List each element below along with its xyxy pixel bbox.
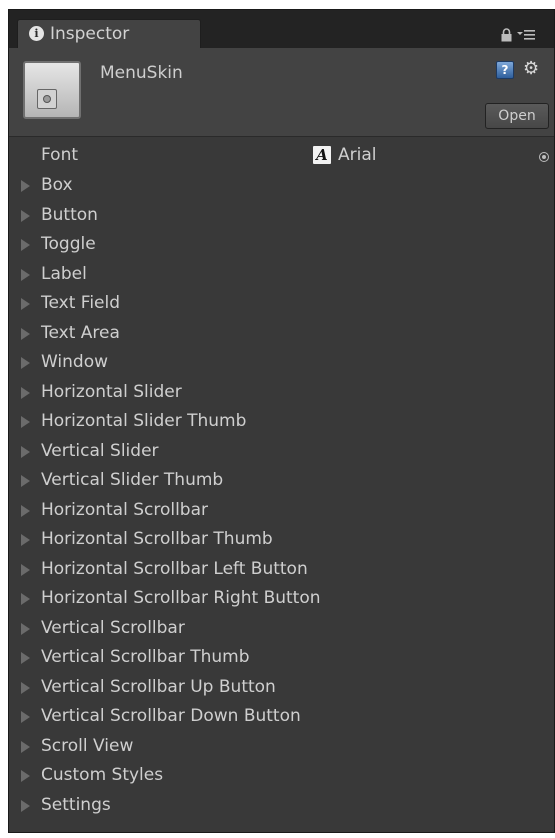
foldout-arrow-icon[interactable] (21, 209, 30, 222)
style-name: Vertical Scrollbar Down Button (41, 706, 301, 726)
foldout-arrow-icon[interactable] (21, 534, 30, 546)
gear-icon[interactable]: ⚙ (523, 59, 547, 79)
foldout-arrow-icon[interactable] (21, 475, 30, 487)
foldout-arrow-icon[interactable] (21, 298, 30, 310)
foldout-arrow-icon[interactable] (21, 799, 30, 812)
foldout-arrow-icon[interactable] (21, 593, 30, 605)
style-foldout[interactable]: Horizontal Scrollbar Left Button (9, 556, 554, 586)
style-name: Vertical Slider Thumb (41, 470, 224, 490)
style-foldout[interactable]: Text Field (9, 290, 554, 320)
style-name: Horizontal Slider Thumb (41, 411, 247, 431)
foldout-arrow-icon[interactable] (21, 239, 30, 251)
foldout-arrow-icon[interactable] (21, 445, 30, 458)
asset-thumbnail-inner (37, 89, 57, 109)
style-foldout[interactable]: Box (9, 172, 554, 202)
style-name: Vertical Scrollbar (41, 617, 185, 638)
style-name: Settings (41, 794, 111, 815)
style-name: Horizontal Scrollbar Right Button (41, 588, 321, 608)
style-foldout[interactable]: Vertical Slider (9, 438, 554, 468)
open-button[interactable]: Open (485, 103, 549, 129)
tab-inspector[interactable]: i Inspector (17, 19, 201, 49)
foldout-arrow-icon[interactable] (21, 357, 30, 369)
foldout-arrow-icon[interactable] (21, 268, 30, 281)
style-name: Horizontal Scrollbar Left Button (41, 558, 308, 579)
style-foldout[interactable]: Custom Styles (9, 762, 554, 792)
style-foldout[interactable]: Vertical Scrollbar Up Button (9, 674, 554, 704)
style-foldout[interactable]: Text Area (9, 320, 554, 350)
foldout-arrow-icon[interactable] (21, 180, 30, 192)
foldout-arrow-icon[interactable] (21, 652, 30, 664)
guiskin-asset-icon (23, 61, 81, 119)
asset-header: MenuSkin ? ⚙ Open (9, 48, 554, 137)
style-name: Vertical Scrollbar Thumb (41, 647, 250, 667)
font-asset-icon: A (313, 146, 331, 164)
foldout-arrow-icon[interactable] (21, 504, 30, 517)
foldout-arrow-icon[interactable] (21, 681, 30, 694)
style-name: Button (41, 204, 98, 225)
style-foldout[interactable]: Horizontal Slider Thumb (9, 408, 554, 438)
info-icon: i (29, 26, 44, 41)
style-name: Text Field (41, 293, 121, 313)
foldout-arrow-icon[interactable] (21, 386, 30, 399)
tab-label: Inspector (50, 24, 130, 44)
style-name: Toggle (41, 234, 96, 254)
style-foldout[interactable]: Button (9, 202, 554, 232)
style-name: Label (41, 263, 87, 284)
foldout-arrow-icon[interactable] (21, 563, 30, 576)
font-value: Arial (338, 145, 377, 165)
style-name: Box (41, 175, 73, 195)
lock-icon[interactable] (501, 28, 512, 42)
style-foldout[interactable]: Toggle (9, 231, 554, 261)
style-foldout[interactable]: Vertical Slider Thumb (9, 467, 554, 497)
style-foldout[interactable]: Scroll View (9, 733, 554, 763)
tab-bar: i Inspector (9, 10, 554, 49)
style-foldout[interactable]: Horizontal Slider (9, 379, 554, 409)
style-foldout[interactable]: Window (9, 349, 554, 379)
object-picker-icon[interactable] (539, 152, 549, 162)
font-property-row: Font A Arial (9, 143, 554, 169)
help-icon[interactable]: ? (496, 61, 514, 79)
foldout-arrow-icon[interactable] (21, 711, 30, 723)
style-name: Vertical Scrollbar Up Button (41, 676, 276, 697)
style-name: Scroll View (41, 735, 134, 756)
style-foldout[interactable]: Horizontal Scrollbar (9, 497, 554, 527)
asset-thumbnail-dot (43, 95, 51, 103)
style-foldout[interactable]: Vertical Scrollbar Thumb (9, 644, 554, 674)
style-foldout[interactable]: Settings (9, 792, 554, 822)
style-name: Horizontal Scrollbar (41, 499, 209, 520)
style-name: Custom Styles (41, 765, 164, 785)
foldout-arrow-icon[interactable] (21, 327, 30, 340)
style-name: Horizontal Scrollbar Thumb (41, 529, 273, 549)
style-foldout[interactable]: Horizontal Scrollbar Thumb (9, 526, 554, 556)
foldout-arrow-icon[interactable] (21, 740, 30, 753)
foldout-arrow-icon[interactable] (21, 416, 30, 428)
foldout-arrow-icon[interactable] (21, 770, 30, 782)
style-name: Horizontal Slider (41, 381, 182, 402)
asset-name: MenuSkin (100, 63, 183, 83)
style-list: Box Button Toggle Label Text Field Text Area W… (9, 172, 554, 821)
style-foldout[interactable]: Label (9, 261, 554, 291)
style-foldout[interactable]: Vertical Scrollbar Down Button (9, 703, 554, 733)
foldout-arrow-icon[interactable] (21, 622, 30, 635)
style-foldout[interactable]: Horizontal Scrollbar Right Button (9, 585, 554, 615)
style-name: Vertical Slider (41, 440, 159, 461)
font-label: Font (41, 145, 79, 165)
menu-icon[interactable] (517, 29, 535, 41)
style-foldout[interactable]: Vertical Scrollbar (9, 615, 554, 645)
style-name: Text Area (41, 322, 120, 343)
style-name: Window (41, 352, 109, 372)
inspector-window: i Inspector MenuSkin ? ⚙ Open Font A Ari… (8, 9, 555, 833)
